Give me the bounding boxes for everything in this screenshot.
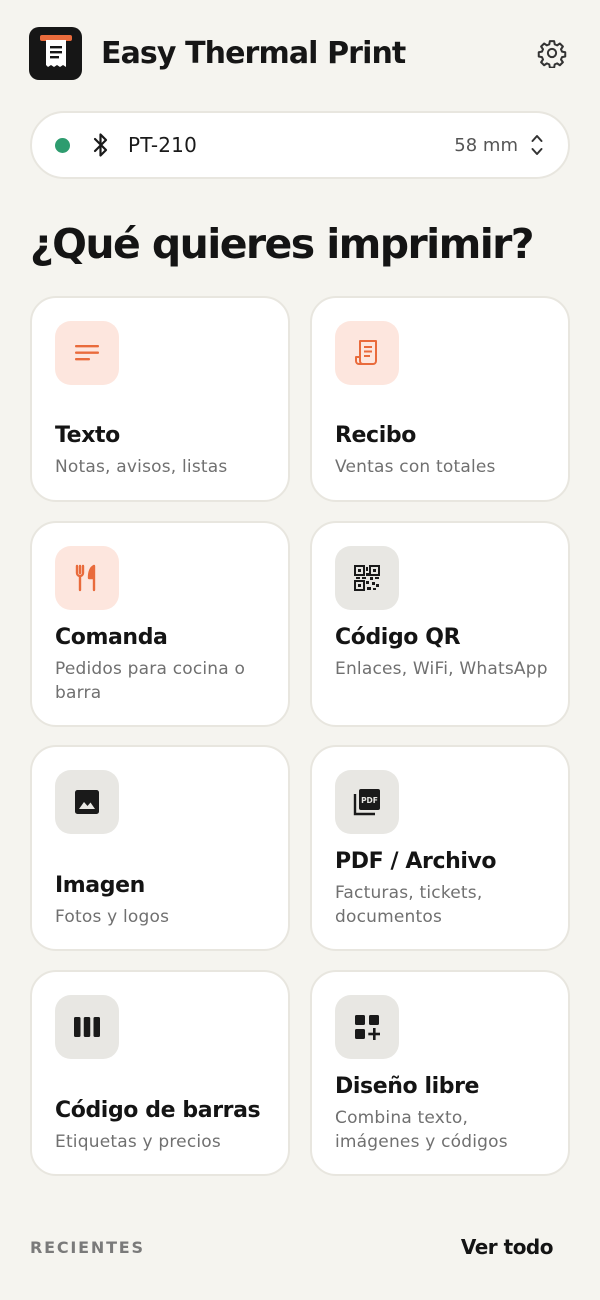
card-title: Imagen <box>55 873 145 898</box>
icon-badge <box>55 995 119 1059</box>
card-subtitle: Enlaces, WiFi, WhatsApp <box>335 659 548 679</box>
qr-code-icon <box>354 565 380 591</box>
text-lines-icon <box>75 345 99 361</box>
card-subtitle: Combina texto, imágenes y códigos <box>335 1108 508 1152</box>
section-title: ¿Qué quieres imprimir? <box>30 220 535 268</box>
settings-button[interactable] <box>534 35 570 71</box>
icon-badge <box>335 546 399 610</box>
card-title: Recibo <box>335 423 416 448</box>
icon-badge <box>55 770 119 834</box>
icon-badge <box>335 321 399 385</box>
option-card-recibo[interactable]: Recibo Ventas con totales <box>310 296 570 502</box>
svg-text:PDF: PDF <box>361 796 378 805</box>
card-title: Diseño libre <box>335 1074 480 1099</box>
gear-icon <box>537 40 567 68</box>
card-subtitle: Fotos y logos <box>55 907 170 927</box>
option-card-codigo-qr[interactable]: Código QR Enlaces, WiFi, WhatsApp <box>310 521 570 727</box>
app-logo <box>29 26 82 80</box>
option-card-pdf-archivo[interactable]: PDF PDF / Archivo Facturas, tickets, doc… <box>310 745 570 951</box>
card-text: Comanda Pedidos para cocina o barra <box>55 623 274 705</box>
barcode-icon <box>74 1017 100 1037</box>
icon-badge <box>55 321 119 385</box>
option-card-codigo-de-barras[interactable]: Código de barras Etiquetas y precios <box>30 970 290 1176</box>
card-title: Código de barras <box>55 1098 261 1123</box>
icon-badge <box>55 546 119 610</box>
option-card-imagen[interactable]: Imagen Fotos y logos <box>30 745 290 951</box>
card-subtitle: Notas, avisos, listas <box>55 457 228 477</box>
card-text: Código QR Enlaces, WiFi, WhatsApp <box>335 623 554 681</box>
receipt-icon <box>355 340 377 365</box>
card-text: Diseño libre Combina texto, imágenes y c… <box>335 1072 554 1154</box>
card-title: Comanda <box>55 625 168 650</box>
card-subtitle: Ventas con totales <box>335 457 496 477</box>
option-card-diseno-libre[interactable]: Diseño libre Combina texto, imágenes y c… <box>310 970 570 1176</box>
card-text: Recibo Ventas con totales <box>335 421 554 479</box>
option-card-texto[interactable]: Texto Notas, avisos, listas <box>30 296 290 502</box>
restaurant-icon <box>75 564 96 592</box>
image-icon <box>75 790 99 814</box>
option-card-comanda[interactable]: Comanda Pedidos para cocina o barra <box>30 521 290 727</box>
card-text: Texto Notas, avisos, listas <box>55 421 274 479</box>
card-text: PDF / Archivo Facturas, tickets, documen… <box>335 847 554 929</box>
card-title: Texto <box>55 423 120 448</box>
card-text: Código de barras Etiquetas y precios <box>55 1096 274 1154</box>
see-all-link[interactable]: Ver todo <box>461 1235 554 1259</box>
printer-selector[interactable]: PT-210 58 mm <box>30 111 570 179</box>
bluetooth-icon <box>91 132 111 158</box>
card-subtitle: Etiquetas y precios <box>55 1132 221 1152</box>
add-layout-icon <box>355 1015 380 1040</box>
card-title: Código QR <box>335 625 461 650</box>
icon-badge: PDF <box>335 770 399 834</box>
pdf-icon: PDF <box>353 789 380 816</box>
app-header: Easy Thermal Print <box>29 26 571 80</box>
recents-label: RECIENTES <box>30 1238 145 1257</box>
app-title: Easy Thermal Print <box>101 35 406 71</box>
icon-badge <box>335 995 399 1059</box>
receipt-icon <box>39 35 72 67</box>
card-title: PDF / Archivo <box>335 849 497 874</box>
card-subtitle: Pedidos para cocina o barra <box>55 659 246 703</box>
connection-status-dot <box>55 137 70 153</box>
card-text: Imagen Fotos y logos <box>55 871 274 929</box>
printer-name: PT-210 <box>128 133 198 157</box>
card-subtitle: Facturas, tickets, documentos <box>335 883 483 927</box>
chevron-up-down-icon[interactable] <box>530 132 544 158</box>
paper-size[interactable]: 58 mm <box>454 135 518 156</box>
